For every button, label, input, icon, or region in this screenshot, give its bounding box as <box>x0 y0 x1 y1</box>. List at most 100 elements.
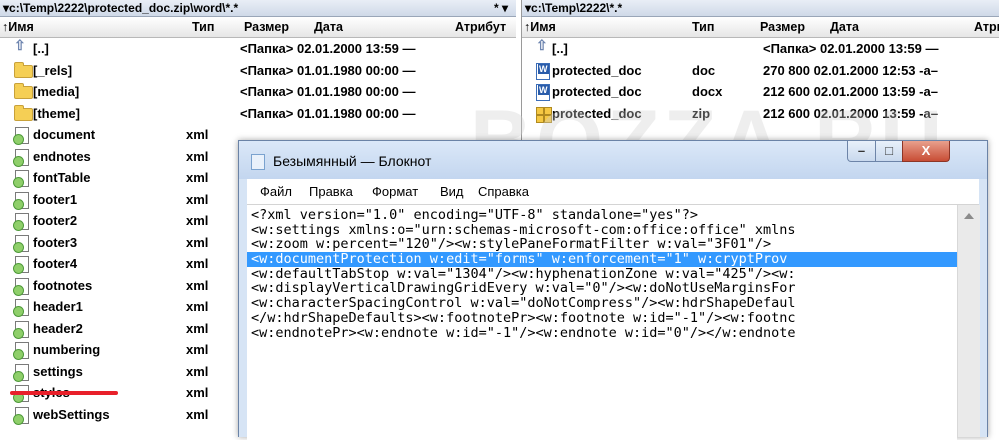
text-line[interactable]: <w:characterSpacingControl w:val="doNotC… <box>247 296 957 311</box>
file-row[interactable]: ⇧ [..] <Папка> 02.01.2000 13:59 — <box>522 38 999 60</box>
xml-file-icon <box>13 213 29 231</box>
file-name: [_rels] <box>33 62 73 78</box>
minimize-button[interactable]: – <box>847 141 876 162</box>
file-name: header2 <box>33 320 83 336</box>
xml-file-icon <box>13 406 29 425</box>
menu-bar: Файл Правка Формат Вид Справка <box>247 179 979 205</box>
file-name: footer1 <box>33 191 78 207</box>
menu-view[interactable]: Вид <box>440 179 464 204</box>
file-info: <Папка> 02.01.2000 13:59 — <box>763 41 939 56</box>
selected-text-line[interactable]: <w:documentProtection w:edit="forms" w:e… <box>247 252 957 267</box>
column-type[interactable]: Тип <box>192 17 214 37</box>
file-info: <Папка> 01.01.1980 00:00 — <box>240 105 416 121</box>
menu-format[interactable]: Формат <box>372 179 418 204</box>
file-name: footer4 <box>33 256 78 271</box>
folder-icon <box>14 61 33 78</box>
file-type: docx <box>692 84 723 99</box>
file-row[interactable]: protected_doc docx 212 600 02.01.2000 13:5… <box>522 81 999 103</box>
file-type: xml <box>186 385 209 400</box>
file-name: fontTable <box>33 170 91 185</box>
xml-file-icon <box>13 320 29 339</box>
left-path-bar[interactable]: ▾c:\Temp\2222\protected_doc.zip\word\*.*… <box>0 0 516 17</box>
xml-file-icon <box>13 342 29 360</box>
file-name: [theme] <box>33 105 80 121</box>
file-row[interactable]: protected_doc doc 270 800 02.01.2000 12:53… <box>522 60 999 82</box>
right-path-text: ▾c:\Temp\2222\*.* <box>525 1 623 15</box>
file-type: xml <box>186 191 209 207</box>
left-path-controls[interactable]: * ▾ <box>494 0 508 16</box>
up-icon: ⇧ <box>536 37 548 53</box>
file-type: xml <box>186 299 209 314</box>
close-button[interactable]: X <box>902 141 950 162</box>
xml-file-icon <box>13 148 29 167</box>
column-attr[interactable]: Атри <box>974 17 999 37</box>
notepad-titlebar[interactable]: Безымянный — Блокнот – □ X <box>239 141 987 179</box>
maximize-button[interactable]: □ <box>875 141 903 162</box>
file-row[interactable]: [theme] <Папка> 01.01.1980 00:00 — <box>0 103 516 125</box>
file-name: settings <box>33 363 83 379</box>
text-editor[interactable]: <?xml version="1.0" encoding="UTF-8" sta… <box>247 205 957 440</box>
file-row[interactable]: [media] <Папка> 01.01.1980 00:00 — <box>0 81 516 103</box>
file-type: xml <box>186 363 209 379</box>
file-name: [media] <box>33 84 80 99</box>
file-type: doc <box>692 62 716 78</box>
file-name: webSettings <box>33 406 110 422</box>
file-name: protected_doc <box>552 62 642 78</box>
text-line[interactable]: <w:endnotePr><w:endnote w:id="-1"/><w:en… <box>247 325 957 341</box>
text-line[interactable]: </w:hdrShapeDefaults><w:footnotePr><w:fo… <box>247 311 957 326</box>
vertical-scrollbar[interactable] <box>957 205 980 437</box>
menu-file[interactable]: Файл <box>260 179 292 204</box>
file-type: xml <box>186 256 209 271</box>
file-row[interactable]: [_rels] <Папка> 01.01.1980 00:00 — <box>0 60 516 82</box>
xml-file-icon <box>13 234 29 253</box>
file-name: [..] <box>552 41 568 56</box>
text-line[interactable]: <w:settings xmlns:o="urn:schemas-microso… <box>247 222 957 238</box>
left-column-header: ↑Имя Тип Размер Дата Атрибут <box>0 17 516 38</box>
file-name: protected_doc <box>552 84 642 99</box>
text-line[interactable]: <?xml version="1.0" encoding="UTF-8" sta… <box>247 208 957 223</box>
xml-file-icon <box>13 299 29 317</box>
text-line[interactable]: <w:displayVerticalDrawingGridEvery w:val… <box>247 281 957 296</box>
zip-archive-icon <box>536 106 552 123</box>
column-date[interactable]: Дата <box>830 17 859 37</box>
word-doc-icon <box>536 62 550 80</box>
file-name: [..] <box>33 41 49 56</box>
file-name: footnotes <box>33 277 93 293</box>
column-attr[interactable]: Атрибут <box>455 17 506 37</box>
column-size[interactable]: Размер <box>760 17 805 37</box>
file-row[interactable]: ⇧ [..] <Папка> 02.01.2000 13:59 — <box>0 38 516 60</box>
file-type: xml <box>186 234 209 250</box>
xml-file-icon <box>13 256 29 274</box>
file-type: xml <box>186 342 209 357</box>
xml-file-icon <box>13 363 29 382</box>
text-line[interactable]: <w:defaultTabStop w:val="1304"/><w:hyphe… <box>247 267 957 282</box>
text-line[interactable]: <w:zoom w:percent="120"/><w:stylePaneFor… <box>247 237 957 252</box>
file-info: 212 600 02.01.2000 13:59 -a– <box>763 105 938 121</box>
menu-edit[interactable]: Правка <box>309 179 353 204</box>
scroll-up-arrow-icon[interactable] <box>964 213 974 219</box>
file-type: xml <box>186 170 209 185</box>
file-type: xml <box>186 127 209 142</box>
column-type[interactable]: Тип <box>692 17 714 37</box>
right-column-header: ↑Имя Тип Размер Дата Атри <box>522 17 999 38</box>
file-info: <Папка> 01.01.1980 00:00 — <box>240 84 416 99</box>
file-name: header1 <box>33 299 83 314</box>
right-path-bar[interactable]: ▾c:\Temp\2222\*.* <box>522 0 999 17</box>
notepad-window[interactable]: Безымянный — Блокнот – □ X Файл Правка Ф… <box>238 140 988 440</box>
window-title: Безымянный — Блокнот <box>273 153 432 169</box>
xml-file-icon <box>13 191 29 210</box>
file-info: <Папка> 01.01.1980 00:00 — <box>240 62 416 78</box>
file-name: endnotes <box>33 148 91 164</box>
column-name[interactable]: ↑Имя <box>2 17 34 37</box>
file-type: xml <box>186 277 209 293</box>
column-name[interactable]: ↑Имя <box>524 17 556 37</box>
file-info: 212 600 02.01.2000 13:59 -a– <box>763 84 938 99</box>
file-type: xml <box>186 213 209 228</box>
left-path-text: ▾c:\Temp\2222\protected_doc.zip\word\*.* <box>3 1 239 15</box>
column-date[interactable]: Дата <box>314 17 343 37</box>
menu-help[interactable]: Справка <box>478 179 529 204</box>
column-size[interactable]: Размер <box>244 17 289 37</box>
word-docx-icon <box>536 84 550 101</box>
file-type: zip <box>692 105 711 121</box>
file-row[interactable]: protected_doc zip 212 600 02.01.2000 13:59… <box>522 103 999 125</box>
